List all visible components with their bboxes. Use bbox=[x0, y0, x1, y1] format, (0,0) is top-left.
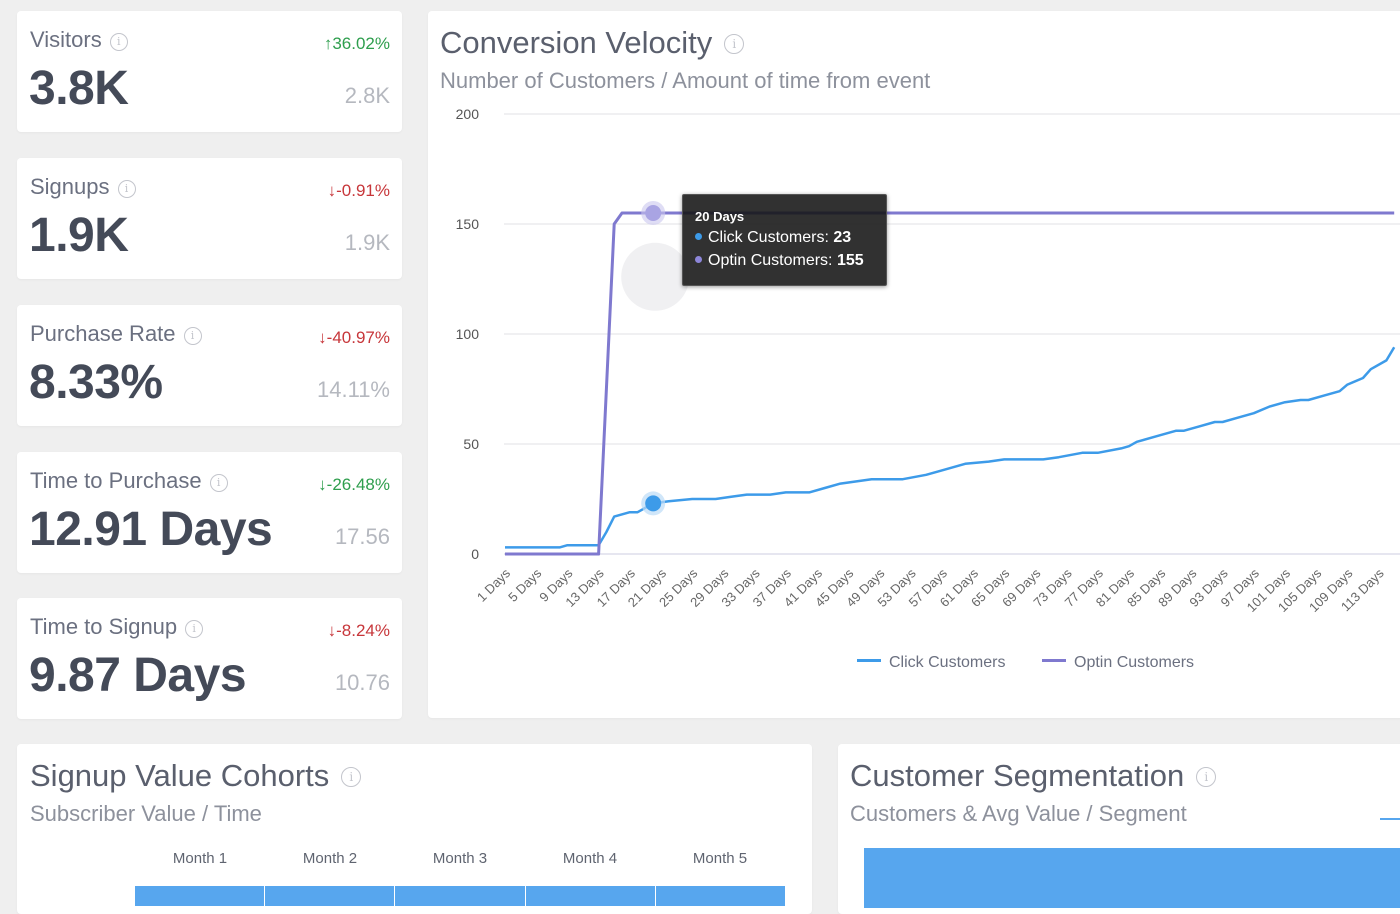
kpi-value: 3.8K bbox=[29, 62, 129, 115]
legend-line-icon bbox=[1380, 818, 1400, 820]
y-tick-label: 50 bbox=[463, 436, 479, 452]
info-icon[interactable]: i bbox=[109, 33, 128, 51]
conversion-velocity-chart[interactable]: 0501001502001 Days5 Days9 Days13 Days17 … bbox=[428, 11, 1400, 718]
kpi-previous-value: 2.8K bbox=[344, 83, 390, 108]
kpi-previous-value: 17.56 bbox=[334, 524, 390, 549]
tooltip-row-click: Click Customers: 23 bbox=[695, 229, 851, 247]
panel-title-text: Customer Segmentation bbox=[850, 758, 1185, 793]
kpi-card-time-to-purchase: Time to Purchase i 12.91 Days ↓-26.48% 17… bbox=[17, 452, 402, 573]
kpi-label-text: Time to Signup bbox=[30, 614, 178, 639]
kpi-change: ↓-40.97% bbox=[318, 328, 390, 347]
tooltip-value: 155 bbox=[836, 252, 864, 269]
kpi-value: 12.91 Days bbox=[29, 503, 273, 556]
panel-title: Customer Segmentation i bbox=[850, 758, 1217, 794]
y-tick-label: 100 bbox=[456, 326, 480, 342]
cohort-cell[interactable] bbox=[526, 886, 656, 906]
tooltip-label: Optin Customers: bbox=[708, 252, 837, 269]
column-header-month-4: Month 4 bbox=[562, 850, 618, 867]
kpi-label: Visitors i bbox=[30, 27, 128, 53]
legend-item-click-customers[interactable]: Click Customers bbox=[857, 654, 1005, 672]
y-tick-label: 150 bbox=[456, 216, 480, 232]
legend-label: Click Customers bbox=[889, 654, 1006, 671]
kpi-change: ↓-26.48% bbox=[318, 475, 390, 494]
cursor-halo bbox=[621, 242, 690, 311]
tooltip-value: 23 bbox=[833, 229, 852, 246]
series-dot-icon bbox=[695, 256, 702, 263]
info-icon[interactable]: i bbox=[209, 474, 228, 492]
kpi-card-time-to-signup: Time to Signup i 9.87 Days ↓-8.24% 10.76 bbox=[17, 598, 402, 719]
kpi-change: ↓-0.91% bbox=[327, 181, 390, 200]
info-icon[interactable]: i bbox=[183, 327, 202, 345]
column-header-month-1: Month 1 bbox=[172, 850, 228, 867]
column-header-month-5: Month 5 bbox=[692, 850, 748, 867]
kpi-label-text: Visitors bbox=[30, 27, 102, 52]
kpi-previous-value: 10.76 bbox=[334, 670, 390, 695]
legend-label: Optin Customers bbox=[1074, 654, 1195, 671]
kpi-previous-value: 14.11% bbox=[317, 377, 390, 402]
conversion-velocity-panel: Conversion Velocity i Number of Customers… bbox=[428, 11, 1400, 718]
legend-line-icon bbox=[857, 659, 881, 662]
kpi-label: Signups i bbox=[30, 174, 136, 200]
kpi-label-text: Signups bbox=[30, 174, 110, 199]
kpi-card-visitors: Visitors i 3.8K ↑36.02% 2.8K bbox=[17, 11, 402, 132]
kpi-label: Time to Purchase i bbox=[30, 468, 228, 494]
click-hover-point bbox=[645, 495, 662, 512]
cohort-cell[interactable] bbox=[395, 886, 526, 906]
tooltip-label: Click Customers: bbox=[708, 229, 834, 246]
kpi-card-purchase-rate: Purchase Rate i 8.33% ↓-40.97% 14.11% bbox=[17, 305, 402, 426]
kpi-label: Purchase Rate i bbox=[30, 321, 202, 347]
kpi-previous-value: 1.9K bbox=[344, 230, 390, 255]
kpi-value: 8.33% bbox=[29, 356, 163, 409]
kpi-change: ↑36.02% bbox=[323, 34, 390, 53]
column-header-month-3: Month 3 bbox=[432, 850, 488, 867]
tooltip-title: 20 Days bbox=[695, 209, 745, 224]
tooltip-row-optin: Optin Customers: 155 bbox=[695, 252, 864, 270]
legend-item-optin-customers[interactable]: Optin Customers bbox=[1042, 654, 1194, 672]
signup-value-cohorts-panel: Signup Value Cohorts i Subscriber Value /… bbox=[17, 744, 812, 914]
kpi-label: Time to Signup i bbox=[30, 614, 204, 640]
kpi-label-text: Purchase Rate bbox=[30, 321, 176, 346]
series-dot-icon bbox=[695, 233, 702, 240]
click-customers-line bbox=[505, 346, 1396, 549]
optin-hover-point bbox=[645, 205, 662, 221]
chart-tooltip: 20 Days Click Customers: 23 Optin Custom… bbox=[682, 194, 887, 286]
y-tick-label: 0 bbox=[471, 546, 479, 562]
info-icon[interactable]: i bbox=[341, 767, 362, 787]
segment-bar[interactable] bbox=[864, 848, 1400, 908]
info-icon[interactable]: i bbox=[185, 620, 204, 638]
cohort-cell[interactable] bbox=[135, 886, 265, 906]
column-header-month-2: Month 2 bbox=[302, 850, 358, 867]
panel-subtitle: Customers & Avg Value / Segment bbox=[850, 801, 1187, 826]
panel-title: Signup Value Cohorts i bbox=[30, 758, 362, 794]
x-tick-label: 1 Days bbox=[474, 565, 514, 605]
legend-line-icon bbox=[1042, 659, 1066, 662]
panel-title-text: Signup Value Cohorts bbox=[30, 758, 330, 793]
kpi-value: 9.87 Days bbox=[29, 649, 247, 702]
customer-segmentation-panel: Customer Segmentation i Customers & Avg V… bbox=[838, 744, 1400, 914]
kpi-card-signups: Signups i 1.9K ↓-0.91% 1.9K bbox=[17, 158, 402, 279]
cohort-cell[interactable] bbox=[265, 886, 395, 906]
kpi-change: ↓-8.24% bbox=[327, 621, 390, 640]
cohort-cell[interactable] bbox=[656, 886, 786, 906]
panel-subtitle: Subscriber Value / Time bbox=[30, 801, 262, 826]
info-icon[interactable]: i bbox=[1196, 767, 1217, 787]
x-tick-label: 5 Days bbox=[505, 565, 545, 605]
info-icon[interactable]: i bbox=[117, 180, 136, 198]
kpi-value: 1.9K bbox=[29, 209, 129, 262]
kpi-label-text: Time to Purchase bbox=[30, 468, 202, 493]
y-tick-label: 200 bbox=[456, 106, 480, 122]
